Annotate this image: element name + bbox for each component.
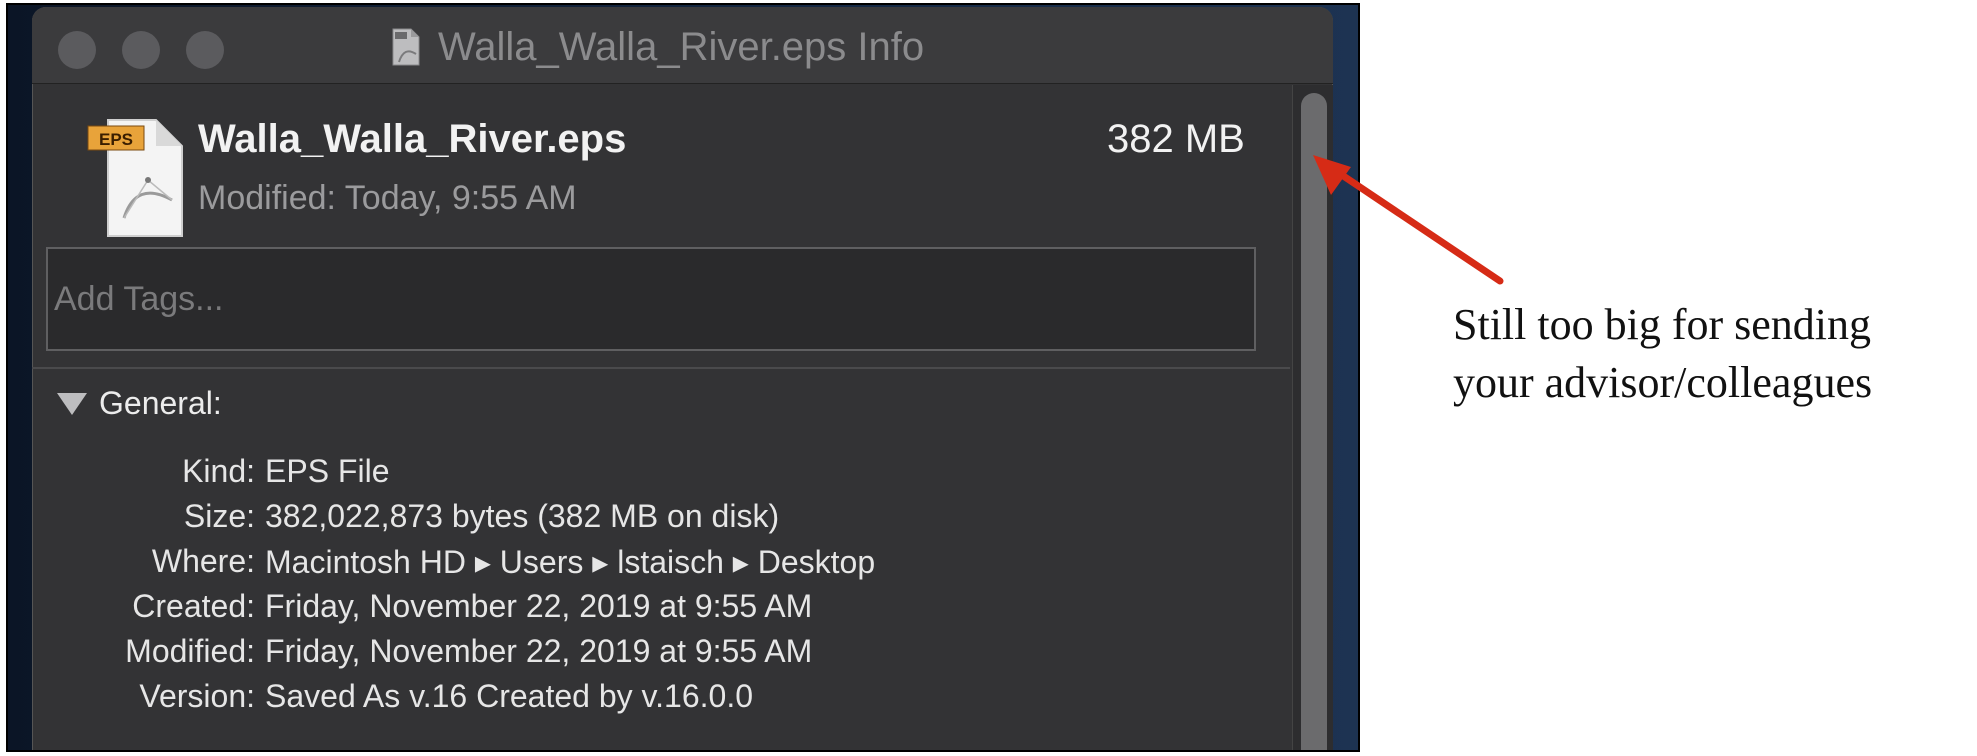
info-value: Macintosh HD ▸ Users ▸ lstaisch ▸ Deskto…: [265, 543, 876, 580]
info-window: Walla_Walla_River.eps Info EPS Walla_Wal…: [32, 7, 1333, 750]
info-row-modified: Modified: Friday, November 22, 2019 at 9…: [32, 629, 875, 674]
general-info-list: Kind: EPS File Size: 382,022,873 bytes (…: [32, 449, 875, 719]
file-name: Walla_Walla_River.eps: [198, 117, 627, 161]
add-tags-input[interactable]: [46, 247, 1256, 351]
info-value: 382,022,873 bytes (382 MB on disk): [265, 498, 780, 534]
info-value: Friday, November 22, 2019 at 9:55 AM: [265, 588, 813, 624]
title-bar[interactable]: Walla_Walla_River.eps Info: [32, 7, 1333, 84]
info-row-kind: Kind: EPS File: [32, 449, 875, 494]
eps-badge-text: EPS: [99, 130, 133, 149]
info-value: EPS File: [265, 453, 390, 489]
info-label: Modified:: [125, 633, 255, 669]
info-label: Size:: [183, 498, 255, 534]
zoom-button[interactable]: [186, 31, 224, 69]
eps-file-icon: EPS: [86, 118, 196, 238]
disclosure-triangle-icon[interactable]: [57, 392, 87, 415]
annotation-text: Still too big for sending your advisor/c…: [1453, 296, 1973, 412]
info-value: Friday, November 22, 2019 at 9:55 AM: [265, 633, 813, 669]
info-row-created: Created: Friday, November 22, 2019 at 9:…: [32, 584, 875, 629]
window-title: Walla_Walla_River.eps Info: [438, 24, 925, 69]
info-label: Kind:: [182, 453, 255, 489]
general-section-title: General:: [99, 385, 222, 421]
info-label: Created:: [132, 588, 255, 624]
info-label: Where:: [151, 543, 255, 579]
eps-document-icon: [392, 28, 420, 66]
annotation-arrow-icon: [1313, 155, 1504, 285]
annotation-line-1: Still too big for sending: [1453, 300, 1871, 349]
info-row-size: Size: 382,022,873 bytes (382 MB on disk): [32, 494, 875, 539]
window-title-group: Walla_Walla_River.eps Info: [392, 23, 924, 71]
screenshot-frame: Walla_Walla_River.eps Info EPS Walla_Wal…: [6, 3, 1360, 752]
minimize-button[interactable]: [122, 31, 160, 69]
file-size: 382 MB: [1107, 117, 1245, 161]
info-row-where: Where: Macintosh HD ▸ Users ▸ lstaisch ▸…: [32, 539, 875, 584]
annotation-line-2: your advisor/colleagues: [1453, 358, 1873, 407]
info-value: Saved As v.16 Created by v.16.0.0: [265, 678, 753, 714]
general-section-header[interactable]: General:: [57, 385, 222, 422]
info-row-version: Version: Saved As v.16 Created by v.16.0…: [32, 674, 875, 719]
section-divider: [32, 367, 1290, 369]
close-button[interactable]: [58, 31, 96, 69]
file-modified-date: Modified: Today, 9:55 AM: [198, 179, 577, 217]
info-label: Version:: [139, 678, 255, 714]
